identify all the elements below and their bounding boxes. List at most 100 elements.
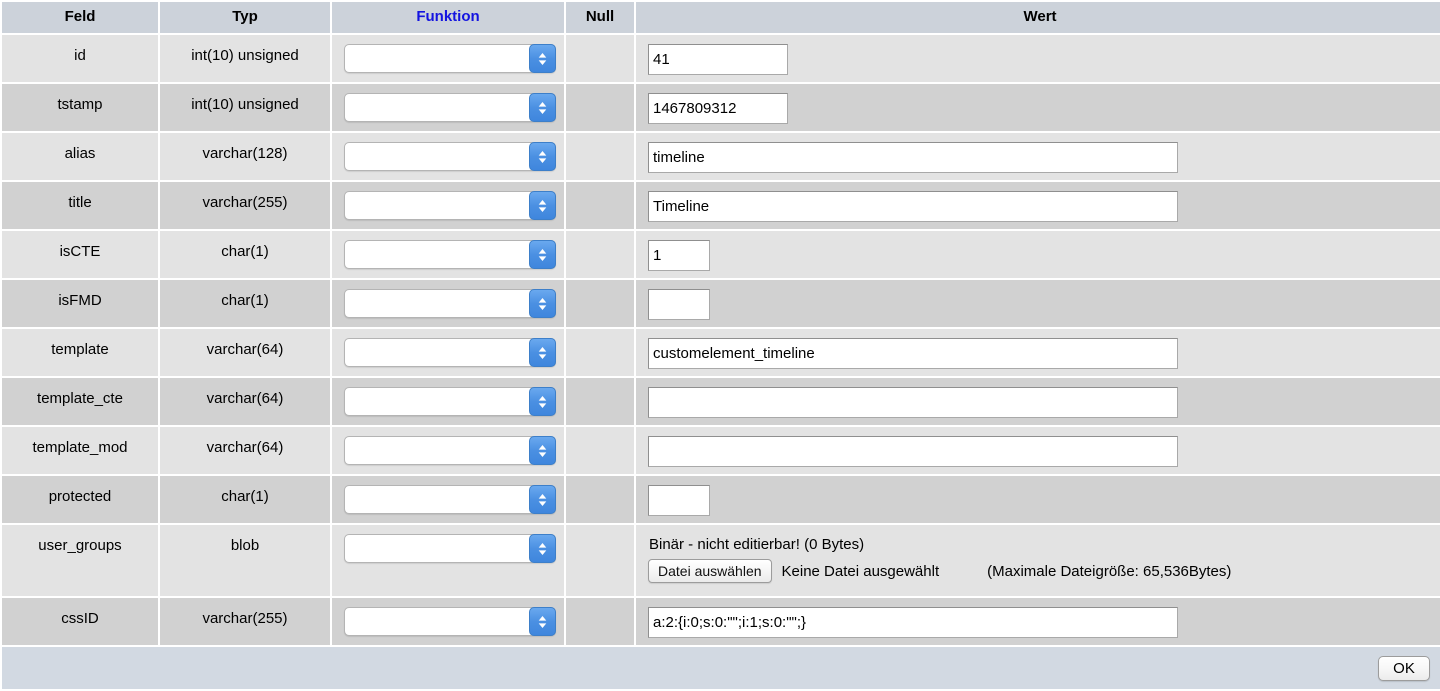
footer-actions: OK bbox=[2, 647, 1440, 689]
value-input-tstamp[interactable] bbox=[648, 93, 788, 124]
function-select[interactable] bbox=[344, 93, 556, 122]
chevron-up-down-icon[interactable] bbox=[529, 142, 556, 171]
field-name-cell: template bbox=[2, 329, 158, 376]
function-cell bbox=[332, 231, 564, 278]
function-cell bbox=[332, 476, 564, 523]
chevron-down-icon bbox=[538, 158, 547, 163]
file-upload-row: Datei auswählen Keine Datei ausgewählt (Ma… bbox=[648, 559, 1440, 583]
table-row: isCTEchar(1) bbox=[2, 231, 1440, 278]
field-type-cell: varchar(64) bbox=[160, 378, 330, 425]
blob-notice: Binär - nicht editierbar! (0 Bytes) bbox=[648, 534, 1440, 559]
function-select[interactable] bbox=[344, 142, 556, 171]
field-type-cell: int(10) unsigned bbox=[160, 35, 330, 82]
field-type-cell: int(10) unsigned bbox=[160, 84, 330, 131]
value-input-template_mod[interactable] bbox=[648, 436, 1178, 467]
value-input-id[interactable] bbox=[648, 44, 788, 75]
footer-row: OK bbox=[2, 647, 1440, 689]
chevron-up-down-icon[interactable] bbox=[529, 534, 556, 563]
function-cell bbox=[332, 598, 564, 645]
value-input-isFMD[interactable] bbox=[648, 289, 710, 320]
field-name-cell: isFMD bbox=[2, 280, 158, 327]
chevron-up-down-icon[interactable] bbox=[529, 191, 556, 220]
function-select[interactable] bbox=[344, 191, 556, 220]
chevron-down-icon bbox=[538, 305, 547, 310]
function-select[interactable] bbox=[344, 289, 556, 318]
field-type-cell: char(1) bbox=[160, 476, 330, 523]
field-type-cell: varchar(255) bbox=[160, 598, 330, 645]
chevron-down-icon bbox=[538, 354, 547, 359]
chevron-up-down-icon[interactable] bbox=[529, 387, 556, 416]
value-input-isCTE[interactable] bbox=[648, 240, 710, 271]
chevron-up-down-icon[interactable] bbox=[529, 44, 556, 73]
chevron-down-icon bbox=[538, 256, 547, 261]
table-row: user_groupsblobBinär - nicht editierbar!… bbox=[2, 525, 1440, 596]
value-cell: Binär - nicht editierbar! (0 Bytes)Datei… bbox=[636, 525, 1440, 596]
chevron-up-down-icon[interactable] bbox=[529, 240, 556, 269]
value-cell bbox=[636, 35, 1440, 82]
chevron-down-icon bbox=[538, 109, 547, 114]
record-edit-table: Feld Typ Funktion Null Wert idint(10) un… bbox=[0, 0, 1440, 691]
field-type-cell: char(1) bbox=[160, 231, 330, 278]
function-cell bbox=[332, 182, 564, 229]
null-cell bbox=[566, 476, 634, 523]
ok-button[interactable]: OK bbox=[1378, 656, 1430, 681]
table-header-row: Feld Typ Funktion Null Wert bbox=[2, 2, 1440, 33]
table-row: cssIDvarchar(255) bbox=[2, 598, 1440, 645]
function-select[interactable] bbox=[344, 534, 556, 563]
null-cell bbox=[566, 378, 634, 425]
chevron-up-icon bbox=[538, 445, 547, 450]
function-select[interactable] bbox=[344, 240, 556, 269]
max-filesize-label: (Maximale Dateigröße: 65,536Bytes) bbox=[987, 563, 1231, 580]
null-cell bbox=[566, 598, 634, 645]
function-select[interactable] bbox=[344, 338, 556, 367]
value-cell bbox=[636, 329, 1440, 376]
chevron-down-icon bbox=[538, 501, 547, 506]
chevron-up-icon bbox=[538, 494, 547, 499]
choose-file-button[interactable]: Datei auswählen bbox=[648, 559, 772, 583]
chevron-up-icon bbox=[538, 347, 547, 352]
field-name-cell: id bbox=[2, 35, 158, 82]
chevron-up-down-icon[interactable] bbox=[529, 289, 556, 318]
chevron-down-icon bbox=[538, 452, 547, 457]
function-select[interactable] bbox=[344, 387, 556, 416]
function-select[interactable] bbox=[344, 485, 556, 514]
function-select[interactable] bbox=[344, 607, 556, 636]
table-row: template_ctevarchar(64) bbox=[2, 378, 1440, 425]
field-name-cell: template_cte bbox=[2, 378, 158, 425]
file-status-label: Keine Datei ausgewählt bbox=[782, 563, 940, 580]
chevron-up-down-icon[interactable] bbox=[529, 338, 556, 367]
field-type-cell: varchar(64) bbox=[160, 329, 330, 376]
table-row: template_modvarchar(64) bbox=[2, 427, 1440, 474]
chevron-up-icon bbox=[538, 616, 547, 621]
chevron-down-icon bbox=[538, 550, 547, 555]
value-cell bbox=[636, 476, 1440, 523]
table-body: idint(10) unsignedtstampint(10) unsigned… bbox=[2, 35, 1440, 645]
value-input-template_cte[interactable] bbox=[648, 387, 1178, 418]
column-header-field: Feld bbox=[2, 2, 158, 33]
value-input-title[interactable] bbox=[648, 191, 1178, 222]
value-input-cssID[interactable] bbox=[648, 607, 1178, 638]
value-cell bbox=[636, 427, 1440, 474]
function-select[interactable] bbox=[344, 436, 556, 465]
chevron-up-down-icon[interactable] bbox=[529, 436, 556, 465]
value-cell bbox=[636, 378, 1440, 425]
function-cell bbox=[332, 133, 564, 180]
function-cell bbox=[332, 329, 564, 376]
field-name-cell: tstamp bbox=[2, 84, 158, 131]
field-type-cell: varchar(128) bbox=[160, 133, 330, 180]
chevron-up-down-icon[interactable] bbox=[529, 607, 556, 636]
column-header-value: Wert bbox=[636, 2, 1440, 33]
chevron-up-down-icon[interactable] bbox=[529, 93, 556, 122]
null-cell bbox=[566, 231, 634, 278]
value-cell bbox=[636, 133, 1440, 180]
field-type-cell: char(1) bbox=[160, 280, 330, 327]
chevron-down-icon bbox=[538, 207, 547, 212]
value-input-alias[interactable] bbox=[648, 142, 1178, 173]
null-cell bbox=[566, 84, 634, 131]
chevron-up-down-icon[interactable] bbox=[529, 485, 556, 514]
value-input-template[interactable] bbox=[648, 338, 1178, 369]
value-input-protected[interactable] bbox=[648, 485, 710, 516]
value-cell bbox=[636, 182, 1440, 229]
function-select[interactable] bbox=[344, 44, 556, 73]
null-cell bbox=[566, 280, 634, 327]
